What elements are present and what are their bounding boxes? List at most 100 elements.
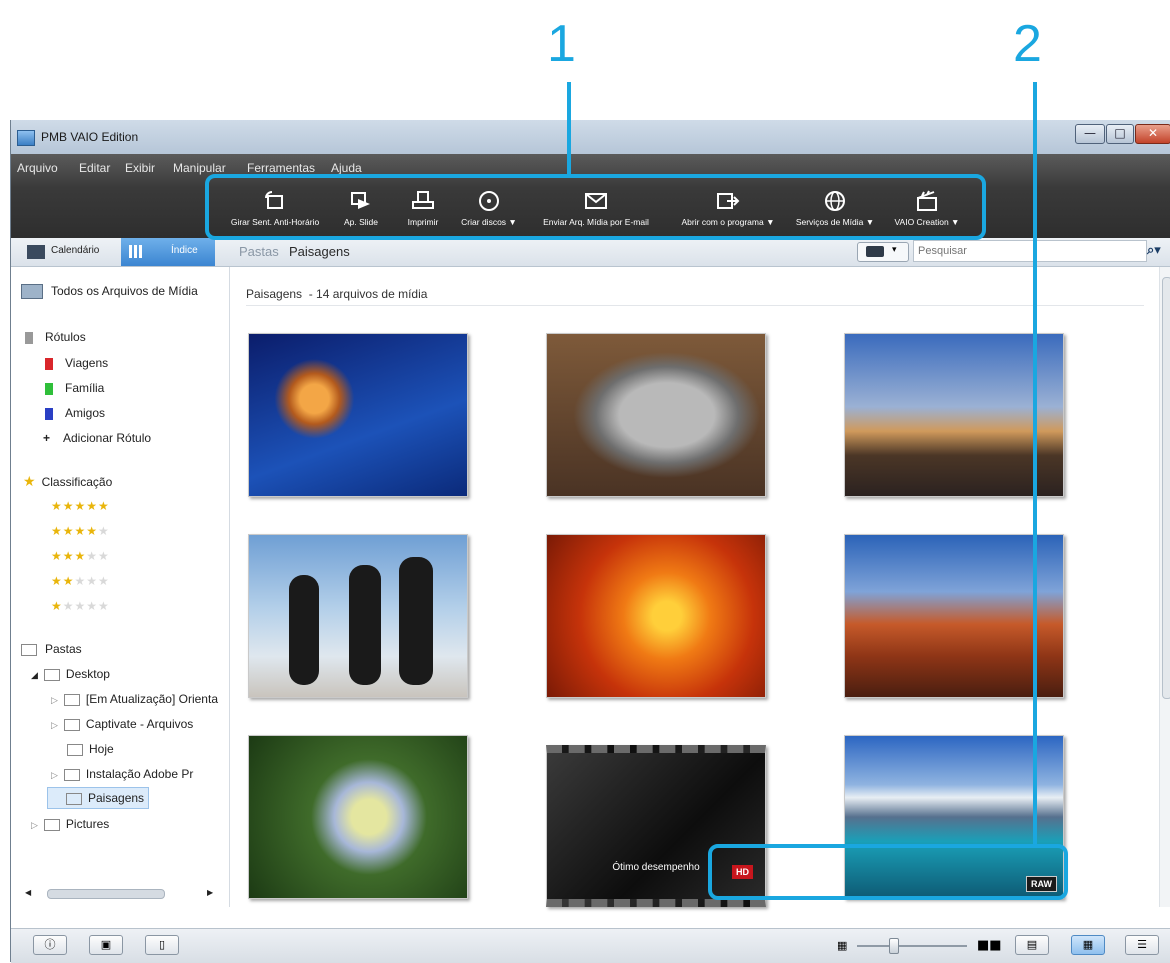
breadcrumb-current: Paisagens xyxy=(289,244,350,259)
tree-item-label: Paisagens xyxy=(88,791,145,805)
tree-item-instalacao[interactable]: ▷ Instalação Adobe Pr xyxy=(51,767,193,781)
scroll-left-icon[interactable]: ◀ xyxy=(25,888,31,897)
slideshow-view-button[interactable]: ▤ xyxy=(1015,935,1049,955)
callout-line-1 xyxy=(567,82,571,176)
minimize-button[interactable]: — xyxy=(1075,124,1105,144)
scroll-right-icon[interactable]: ▶ xyxy=(207,888,213,897)
thumbnail-koala[interactable] xyxy=(546,333,766,497)
app-window: PMB VAIO Edition — □ ✕ Arquivo Editar Ex… xyxy=(10,120,1170,963)
content-header: Paisagens - 14 arquivos de mídia xyxy=(246,287,428,301)
tree-item-desktop-label: Desktop xyxy=(65,667,110,681)
sidebar-item-all-media-label: Todos os Arquivos de Mídia xyxy=(51,284,198,298)
rating-filter-4[interactable]: ★★★★★ xyxy=(51,524,110,538)
callout-box-badges xyxy=(708,844,1068,900)
info-button[interactable]: ⓘ xyxy=(33,935,67,955)
chevron-down-icon: ▾ xyxy=(892,245,897,255)
tree-item-hoje[interactable]: Hoje xyxy=(67,742,114,756)
expand-arrow-icon: ▷ xyxy=(51,770,58,780)
sidebar-item-amigos[interactable]: Amigos xyxy=(45,406,105,420)
star-icon: ★ xyxy=(23,473,36,489)
penguin-shape xyxy=(349,565,381,685)
callout-number-2: 2 xyxy=(1013,15,1042,73)
blue-label-icon xyxy=(45,407,53,420)
thumbnail-penguins[interactable] xyxy=(248,534,468,698)
portrait-icon: ▣ xyxy=(100,938,112,951)
thumbnail-jellyfish[interactable] xyxy=(248,333,468,497)
expand-arrow-icon: ▷ xyxy=(51,720,58,730)
label-familia-text: Família xyxy=(65,381,105,395)
vertical-scrollbar-thumb[interactable] xyxy=(1162,277,1170,699)
tree-item-em-atualizacao[interactable]: ▷ [Em Atualização] Orienta xyxy=(51,692,218,706)
thumbnail-lighthouse[interactable] xyxy=(844,333,1064,497)
window-title: PMB VAIO Edition xyxy=(41,130,139,144)
vertical-scrollbar[interactable] xyxy=(1159,267,1170,907)
menu-ferramentas[interactable]: Ferramentas xyxy=(247,161,315,175)
callout-line-2 xyxy=(1033,82,1037,846)
sidebar-item-viagens[interactable]: Viagens xyxy=(45,356,108,370)
menu-manipular[interactable]: Manipular xyxy=(173,161,226,175)
horizontal-scrollbar[interactable]: ◀ ▶ xyxy=(25,887,215,901)
close-button[interactable]: ✕ xyxy=(1135,124,1170,144)
thumbnail-view-button[interactable]: ▦ xyxy=(1071,935,1105,955)
zoom-slider-thumb[interactable] xyxy=(889,938,899,954)
title-bar: PMB VAIO Edition — □ ✕ xyxy=(11,120,1170,154)
rating-filter-5[interactable]: ★★★★★ xyxy=(51,499,110,513)
labels-header: Rótulos xyxy=(25,330,86,344)
callout-number-1: 1 xyxy=(547,15,576,73)
import-dropdown[interactable]: ▾ xyxy=(857,242,909,262)
thumbnail-hydrangea[interactable] xyxy=(248,735,468,899)
plus-icon: + xyxy=(43,431,51,445)
menu-arquivo[interactable]: Arquivo xyxy=(17,161,58,175)
rating-filter-2[interactable]: ★★★★★ xyxy=(51,574,110,588)
grid-view-icon: ▦ xyxy=(1082,938,1094,951)
penguin-shape xyxy=(399,557,433,685)
tree-item-label: [Em Atualização] Orienta xyxy=(85,692,218,706)
breadcrumb-root[interactable]: Pastas xyxy=(239,244,279,259)
tree-item-pictures[interactable]: ▷ Pictures xyxy=(31,817,109,831)
rating-filter-1[interactable]: ★★★★★ xyxy=(51,599,110,613)
sidebar-item-all-media[interactable]: Todos os Arquivos de Mídia xyxy=(21,284,198,300)
header-divider xyxy=(246,305,1144,306)
folder-icon xyxy=(43,818,60,831)
maximize-button[interactable]: □ xyxy=(1106,124,1134,144)
map-icon: ▯ xyxy=(158,938,166,951)
scrollbar-thumb[interactable] xyxy=(47,889,165,899)
nav-bar: Calendário Índice Pastas Paisagens ▾ ⌕▾ xyxy=(11,238,1170,267)
map-button[interactable]: ▯ xyxy=(145,935,179,955)
thumbnail-flower[interactable] xyxy=(546,534,766,698)
folders-header-text: Pastas xyxy=(45,642,82,656)
folders-header: Pastas xyxy=(21,642,82,656)
preview-button[interactable]: ▣ xyxy=(89,935,123,955)
tree-item-captivate[interactable]: ▷ Captivate - Arquivos xyxy=(51,717,193,731)
menu-ajuda[interactable]: Ajuda xyxy=(331,161,362,175)
status-bar: ⓘ ▣ ▯ ▦ ■■ ▤ ▦ ☰ xyxy=(11,928,1170,963)
tab-index-label: Índice xyxy=(171,245,198,256)
menu-exibir[interactable]: Exibir xyxy=(125,161,155,175)
labels-header-text: Rótulos xyxy=(45,330,86,344)
rating-header: ★ Classificação xyxy=(23,473,112,490)
sidebar-item-familia[interactable]: Família xyxy=(45,381,104,395)
rating-filter-3[interactable]: ★★★★★ xyxy=(51,549,110,563)
list-view-icon: ☰ xyxy=(1137,938,1147,951)
search-icon[interactable]: ⌕▾ xyxy=(1147,243,1161,258)
camera-icon xyxy=(866,246,884,257)
expand-arrow-icon: ▷ xyxy=(31,820,38,830)
folder-icon xyxy=(43,668,60,681)
add-label-button[interactable]: + Adicionar Rótulo xyxy=(43,431,151,445)
list-view-button[interactable]: ☰ xyxy=(1125,935,1159,955)
label-amigos-text: Amigos xyxy=(65,406,106,420)
tree-item-label: Hoje xyxy=(89,742,114,756)
tab-index[interactable]: Índice xyxy=(121,238,215,266)
tree-item-desktop[interactable]: ◢ Desktop xyxy=(31,667,110,681)
tree-item-paisagens[interactable]: Paisagens xyxy=(47,787,149,809)
tab-calendar[interactable]: Calendário xyxy=(51,245,99,256)
search-input[interactable] xyxy=(913,240,1147,262)
zoom-slider[interactable] xyxy=(857,945,967,947)
add-label-text: Adicionar Rótulo xyxy=(63,431,152,445)
sidebar: Todos os Arquivos de Mídia Rótulos Viage… xyxy=(11,267,230,907)
menu-editar[interactable]: Editar xyxy=(79,161,110,175)
folder-icon xyxy=(21,643,37,656)
large-thumbs-icon: ■■ xyxy=(977,938,1002,953)
folder-icon xyxy=(67,743,83,756)
thumbnail-desert[interactable] xyxy=(844,534,1064,698)
